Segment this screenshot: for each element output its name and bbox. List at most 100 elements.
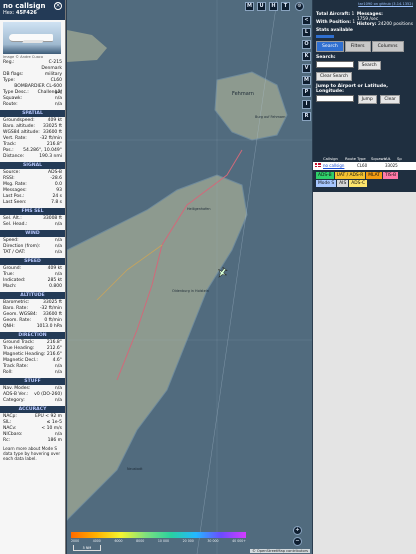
column-header[interactable]: Sp <box>397 155 413 162</box>
row-label: Sel. Head.: <box>3 222 28 227</box>
jump-button[interactable]: Jump <box>357 95 377 104</box>
basic-row: Route: n/a <box>0 102 65 108</box>
info-sections: SPATIAL Groundspeed: 409 kt Baro. altitude:… <box>0 110 65 444</box>
stats-available[interactable]: Stats available <box>316 28 355 33</box>
legend-mode-s[interactable]: Mode S <box>316 180 337 187</box>
pos-value: 1 <box>352 20 356 25</box>
aircraft-list-panel: tar1090 on github (3.14.1352) Total Airc… <box>313 0 416 554</box>
section-title-accuracy: ACCURACY <box>0 406 65 413</box>
side-button-v[interactable]: V <box>302 64 311 73</box>
section-title-direction: DIRECTION <box>0 332 65 339</box>
total-value: 1 <box>351 12 355 17</box>
altitude-tick: 20 000 <box>182 539 194 543</box>
info-row: Last Seen: 7.8 s <box>0 200 65 206</box>
map-label-heiligenhafen: Heiligenhafen <box>187 207 211 211</box>
version-link[interactable]: tar1090 on github (3.14.1352) <box>316 2 413 6</box>
clear-search-button[interactable]: Clear Search <box>316 72 352 81</box>
row-value: 1013.0 hPa <box>36 324 62 329</box>
row-label: Distance: <box>3 154 25 159</box>
jump-input[interactable] <box>316 95 354 102</box>
column-header[interactable]: Callsign <box>323 155 345 162</box>
row-value: n/a <box>54 250 62 255</box>
side-button-r[interactable]: R <box>302 112 311 121</box>
aircraft-photo[interactable] <box>3 22 61 54</box>
settings-icon[interactable]: ⚙ <box>295 2 304 11</box>
close-icon[interactable]: × <box>54 2 62 10</box>
side-button-o[interactable]: O <box>302 40 311 49</box>
legend-mlat[interactable]: MLAT <box>366 172 382 179</box>
legend-ais[interactable]: AIS <box>337 180 349 187</box>
row-value: 0.800 <box>49 284 62 289</box>
clear-jump-button[interactable]: Clear <box>380 95 400 104</box>
search-input[interactable] <box>316 61 354 68</box>
search-button[interactable]: Search <box>357 61 381 70</box>
row-label: Reg.: <box>3 60 15 65</box>
map-label-neustadt: Neustadt <box>127 467 143 471</box>
help-note: Learn more about Mode S data type by hov… <box>3 446 61 461</box>
zoom-in-button[interactable]: + <box>293 526 302 535</box>
side-button-p[interactable]: P <box>302 88 311 97</box>
flag-icon <box>313 162 323 170</box>
table-cell <box>371 162 385 170</box>
info-row: QNH: 1013.0 hPa <box>0 324 65 330</box>
tab-columns[interactable]: Columns <box>371 41 404 52</box>
column-header[interactable]: Type <box>357 155 371 162</box>
column-header[interactable] <box>313 155 323 162</box>
stats-bar <box>316 35 334 38</box>
table-cell: 33025 <box>385 163 398 168</box>
side-button-k[interactable]: K <box>302 52 311 61</box>
altitude-tick: 8000 <box>136 539 145 543</box>
source-legend: ADS-B UAT / ADS-R MLAT TIS-B Mode S AIS ADS-C <box>313 170 416 192</box>
info-row: Sel. Head.: n/a <box>0 222 65 228</box>
aircraft-info-panel: no callsign Hex: 45F426 × Image © Andre … <box>0 0 66 554</box>
total-aircraft: Total Aircraft: 1 <box>316 12 355 17</box>
table-cell <box>397 162 413 170</box>
map-button-m[interactable]: M <box>245 2 254 11</box>
legend-ads-c[interactable]: ADS-C <box>349 180 368 187</box>
row-value: n/a <box>54 102 62 107</box>
scale-bar: 5 NM <box>73 545 101 551</box>
jump-row: Jump Clear <box>316 95 413 104</box>
zoom-out-button[interactable]: − <box>293 537 302 546</box>
wing-shape <box>22 40 44 43</box>
map-label-oldenburg: Oldenburg in Holstein <box>172 289 209 293</box>
tab-filters[interactable]: Filters <box>344 41 371 52</box>
side-button-back[interactable]: < <box>302 16 311 25</box>
altitude-tick: 30 000 <box>207 539 219 543</box>
history-label: History: <box>356 22 377 27</box>
altitude-tick: 40 000+ <box>232 539 246 543</box>
column-header[interactable]: Squawk <box>371 155 386 162</box>
info-row: TAT / OAT: n/a <box>0 250 65 256</box>
map-view[interactable]: Fehmarn Burg auf Fehmarn Heiligenhafen O… <box>67 0 312 554</box>
row-label: Rc: <box>3 438 11 443</box>
row-label: Route: <box>3 102 18 107</box>
legend-tis-b[interactable]: TIS-B <box>382 172 399 179</box>
legend-ads-b[interactable]: ADS-B <box>316 172 334 179</box>
table-row[interactable]: no callsign CL60 33025 <box>313 162 416 170</box>
side-button-i[interactable]: I <box>302 100 311 109</box>
info-header: no callsign Hex: 45F426 × <box>0 0 65 20</box>
section-title-signal: SIGNAL <box>0 162 65 169</box>
row-value: 186 m <box>47 438 62 443</box>
side-button-l[interactable]: L <box>302 28 311 37</box>
aircraft-table: Callsign Route Type Squawk Alt. (ft) Sp no ca… <box>313 155 416 170</box>
altitude-tick: 10 000 <box>157 539 170 543</box>
side-button-m[interactable]: M <box>302 76 311 85</box>
map-canvas[interactable]: Fehmarn Burg auf Fehmarn Heiligenhafen O… <box>67 0 312 554</box>
hex-code: 45F426 <box>16 10 37 16</box>
map-label-island: Fehmarn <box>232 91 254 97</box>
map-button-h[interactable]: H <box>269 2 278 11</box>
pos-label: With Position: <box>316 20 351 25</box>
column-header[interactable]: Alt. (ft) <box>385 155 397 168</box>
map-attribution[interactable]: © OpenStreetMap contributors <box>250 549 310 553</box>
map-button-u[interactable]: U <box>257 2 266 11</box>
column-header[interactable]: Route <box>345 155 357 162</box>
legend-uat-ads-r[interactable]: UAT / ADS-R <box>334 172 366 179</box>
map-button-t[interactable]: T <box>281 2 290 11</box>
hex-line: Hex: 45F426 <box>3 10 62 16</box>
map-label-town: Burg auf Fehmarn <box>255 115 285 119</box>
table-cell: CL60 <box>357 163 368 168</box>
table-body: no callsign CL60 33025 <box>313 162 416 170</box>
tab-search[interactable]: Search <box>316 41 344 52</box>
row-value: n/a <box>54 370 62 375</box>
